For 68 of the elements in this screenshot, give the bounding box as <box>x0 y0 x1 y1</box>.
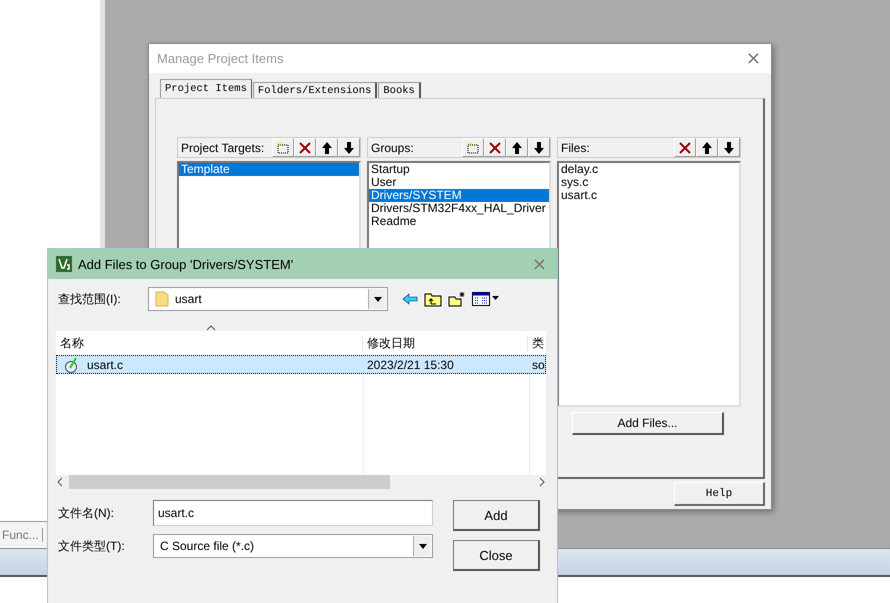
list-title: Project Targets: <box>180 140 266 154</box>
file-type-dropdown[interactable]: C Source file (*.c) <box>153 534 433 558</box>
down-arrow-icon <box>343 140 355 154</box>
add-files-button[interactable]: Add Files... <box>572 412 724 435</box>
column-header[interactable]: 类 <box>528 334 546 352</box>
help-button[interactable]: Help <box>674 482 765 506</box>
scroll-left-icon[interactable] <box>56 477 64 487</box>
back-arrow-icon[interactable] <box>402 293 418 305</box>
up-folder-icon[interactable] <box>424 291 442 307</box>
table-cell-text: so <box>531 358 546 372</box>
sort-caret-icon <box>206 325 216 331</box>
list-title: Groups: <box>370 140 415 154</box>
file-row[interactable]: usart.c 2023/2/21 15:30 so <box>56 355 546 374</box>
scroll-right-icon[interactable] <box>538 477 546 487</box>
move-up-button[interactable] <box>696 138 718 157</box>
delete-button[interactable] <box>484 138 506 157</box>
move-down-button[interactable] <box>528 138 550 157</box>
list-item[interactable]: Startup <box>369 163 549 176</box>
tab[interactable]: Folders/Extensions <box>252 82 378 98</box>
move-up-button[interactable] <box>506 138 528 157</box>
new-folder-icon[interactable] <box>448 291 466 307</box>
c-file-icon <box>64 356 80 372</box>
file-name-label: 文件名(N): <box>58 504 115 522</box>
list-item[interactable]: Template <box>179 163 359 176</box>
caret-icon <box>374 296 382 302</box>
app-logo-icon <box>56 256 72 272</box>
list-item[interactable]: User <box>369 176 549 189</box>
delete-button[interactable] <box>674 138 696 157</box>
add-button[interactable]: Add <box>453 500 540 531</box>
list-item[interactable]: Drivers/STM32F4xx_HAL_Driver <box>369 202 549 215</box>
close-dialog-button[interactable]: Close <box>453 540 540 571</box>
delete-icon <box>298 140 312 154</box>
new-item-button[interactable] <box>462 138 484 157</box>
new-item-icon <box>466 140 480 154</box>
close-button[interactable]: × <box>744 48 763 69</box>
file-type-label: 文件类型(T): <box>58 538 126 554</box>
up-arrow-icon <box>701 140 713 154</box>
up-arrow-icon <box>511 140 523 154</box>
delete-icon <box>488 140 502 154</box>
column-header[interactable]: 修改日期 <box>363 334 528 352</box>
file-name: usart.c <box>86 358 124 372</box>
new-item-button[interactable] <box>272 138 294 157</box>
look-in-dropdown[interactable]: usart <box>148 287 388 311</box>
column-header[interactable]: 名称 <box>56 334 363 352</box>
list-item[interactable]: usart.c <box>559 189 739 202</box>
view-menu-icon[interactable] <box>472 292 500 306</box>
move-down-button[interactable] <box>718 138 740 157</box>
list-item[interactable]: Drivers/SYSTEM <box>369 189 549 202</box>
list-item[interactable]: delay.c <box>559 163 739 176</box>
modified-date: 2023/2/21 15:30 <box>363 358 528 372</box>
file-name-field[interactable]: usart.c <box>153 500 433 526</box>
list-title: Files: <box>560 140 591 154</box>
list-item[interactable]: Readme <box>369 215 549 228</box>
tab[interactable]: Project Items <box>160 79 252 98</box>
down-arrow-icon <box>723 140 735 154</box>
delete-button[interactable] <box>294 138 316 157</box>
tab[interactable]: Books <box>378 82 421 98</box>
window-title: Add Files to Group 'Drivers/SYSTEM' <box>78 256 294 272</box>
move-up-button[interactable] <box>316 138 338 157</box>
folder-icon <box>155 291 169 307</box>
up-arrow-icon <box>321 140 333 154</box>
look-in-label: 查找范围(I): <box>58 290 122 308</box>
window-title: Manage Project Items <box>157 51 284 66</box>
new-item-icon <box>276 140 290 154</box>
list-item[interactable]: sys.c <box>559 176 739 189</box>
move-down-button[interactable] <box>338 138 360 157</box>
down-arrow-icon <box>533 140 545 154</box>
delete-icon <box>678 140 692 154</box>
